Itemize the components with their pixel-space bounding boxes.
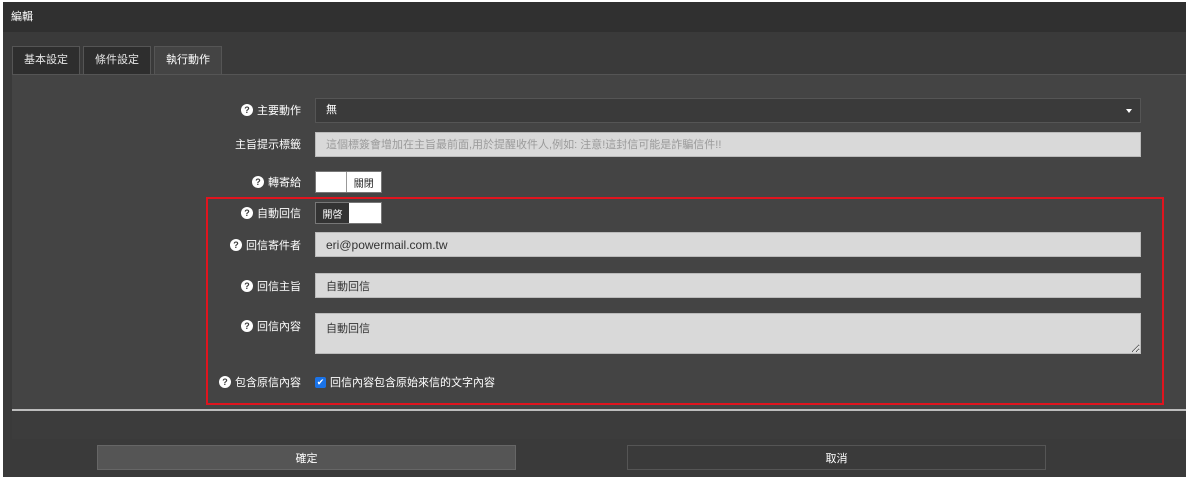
tab-bar: 基本設定 條件設定 執行動作 <box>12 46 225 75</box>
reply-subject-label: ? 回信主旨 <box>181 276 301 296</box>
toggle-knob <box>316 172 346 192</box>
main-action-select[interactable]: 無 <box>315 98 1141 123</box>
toggle-text: 開啓 <box>316 203 349 223</box>
question-circle-icon[interactable]: ? <box>230 239 242 251</box>
auto-reply-toggle[interactable]: 開啓 <box>315 202 382 224</box>
bottom-strip <box>12 411 1186 439</box>
toggle-text: 關閉 <box>345 172 381 192</box>
include-original-option[interactable]: ✔ 回信內容包含原始來信的文字內容 <box>315 374 495 390</box>
include-original-label: ? 包含原信內容 <box>181 372 301 392</box>
reply-sender-label: ? 回信寄件者 <box>181 235 301 255</box>
reply-sender-input[interactable] <box>315 232 1141 257</box>
question-circle-icon[interactable]: ? <box>241 207 253 219</box>
main-action-label: ? 主要動作 <box>181 100 301 120</box>
check-icon[interactable]: ✔ <box>315 376 326 388</box>
subject-tag-label: 主旨提示標籤 <box>235 139 301 151</box>
question-circle-icon[interactable]: ? <box>241 104 253 116</box>
forward-to-label: ? 轉寄給 <box>181 172 301 192</box>
tab-basic-settings[interactable]: 基本設定 <box>12 46 80 74</box>
question-circle-icon[interactable]: ? <box>219 376 231 388</box>
edit-dialog: 編輯 基本設定 條件設定 執行動作 ? 主要動作 無 主旨提示標籤 ? 轉寄給 … <box>3 2 1186 477</box>
tab-actions[interactable]: 執行動作 <box>154 46 222 75</box>
auto-reply-label: ? 自動回信 <box>181 203 301 223</box>
question-circle-icon[interactable]: ? <box>241 280 253 292</box>
subject-tag-input[interactable] <box>315 132 1141 157</box>
cancel-button[interactable]: 取消 <box>627 445 1046 470</box>
caret-down-icon <box>1126 109 1132 113</box>
reply-subject-input[interactable] <box>315 273 1141 298</box>
toggle-knob <box>349 203 381 223</box>
reply-content-label: ? 回信內容 <box>181 316 301 336</box>
question-circle-icon[interactable]: ? <box>241 320 253 332</box>
tab-condition-settings[interactable]: 條件設定 <box>83 46 151 74</box>
dialog-title: 編輯 <box>3 2 1186 32</box>
reply-content-textarea[interactable]: 自動回信 <box>315 313 1141 354</box>
question-circle-icon[interactable]: ? <box>252 176 264 188</box>
forward-to-toggle[interactable]: 關閉 <box>315 171 382 193</box>
confirm-button[interactable]: 確定 <box>97 445 516 470</box>
